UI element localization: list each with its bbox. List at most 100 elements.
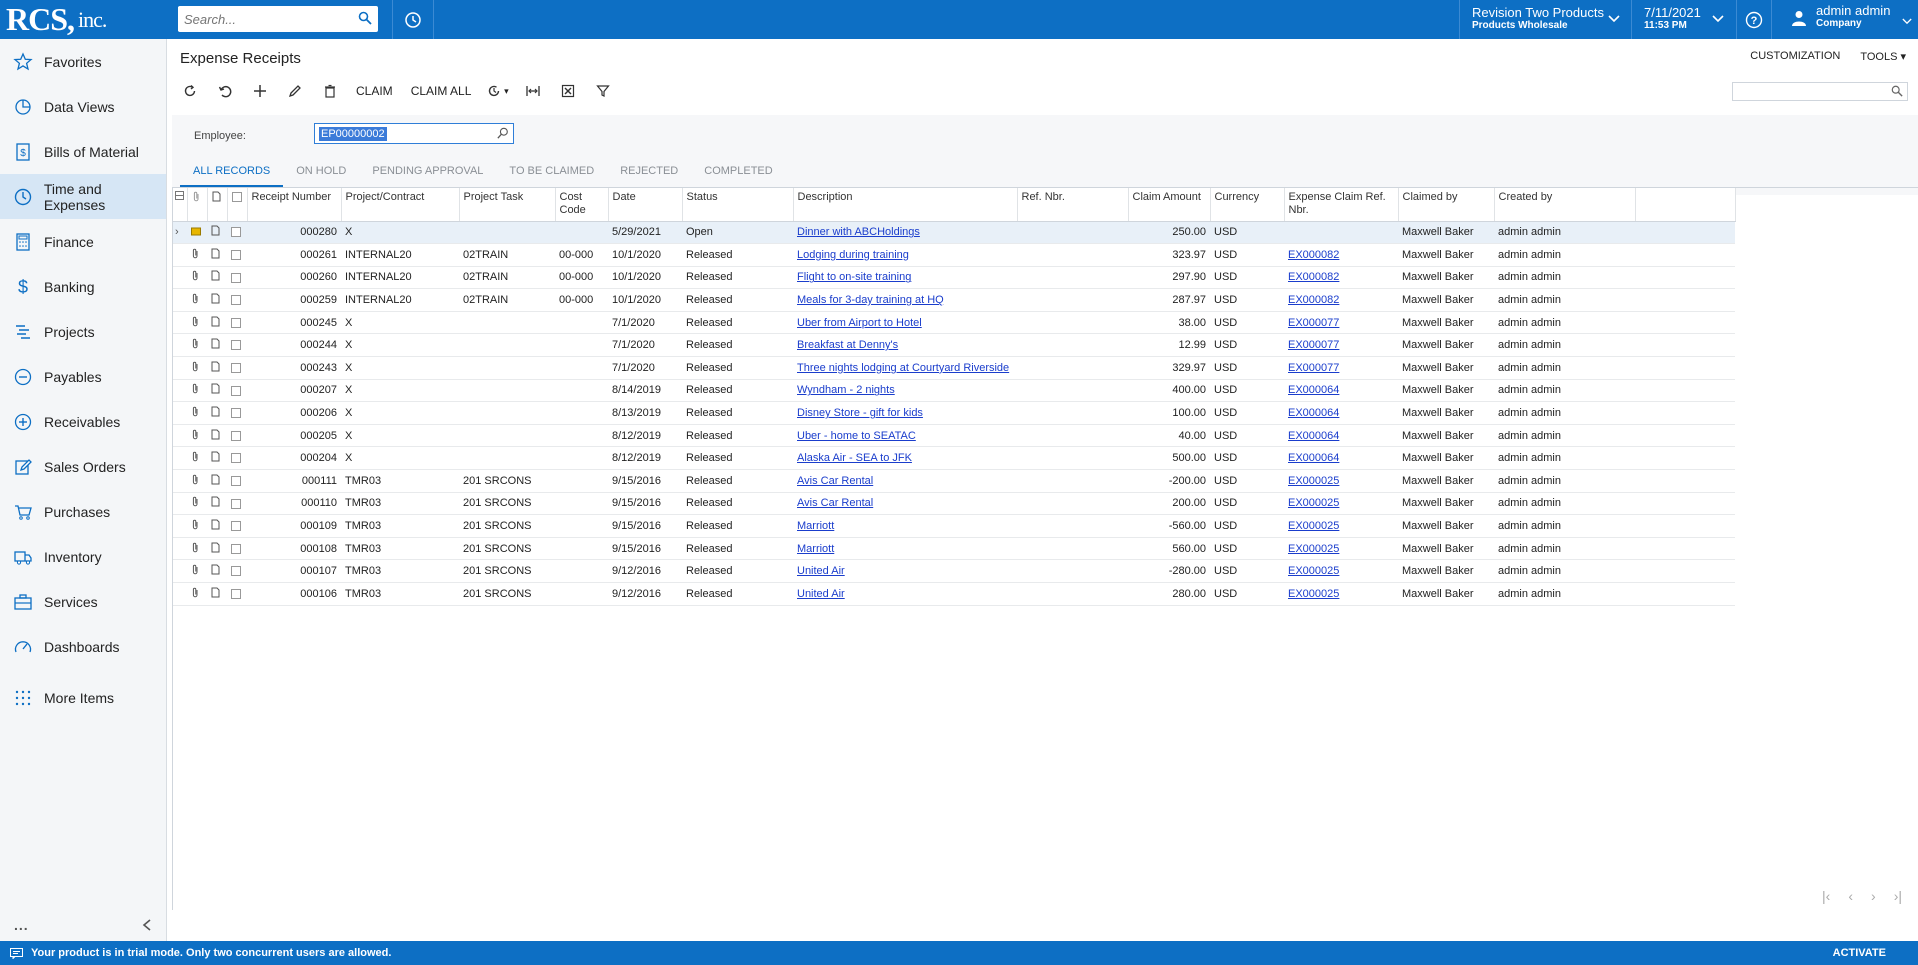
attachments-cell[interactable] <box>187 333 207 358</box>
attachments-cell[interactable] <box>187 446 207 471</box>
row-selector[interactable] <box>173 311 187 335</box>
table-row[interactable]: 000108 TMR03 201 SRCONS 9/15/2016 Released Ma… <box>173 537 1735 561</box>
table-row[interactable]: 000243 X 7/1/2020 Released Three nights lodg… <box>173 356 1735 380</box>
global-search-input[interactable] <box>178 7 348 31</box>
sidebar-item-projects[interactable]: Projects <box>0 309 166 354</box>
table-row[interactable]: 000261 INTERNAL20 02TRAIN 00-000 10/1/2020 Re… <box>173 243 1735 267</box>
notes-cell[interactable] <box>207 356 227 380</box>
tools-menu[interactable]: TOOLS ▾ <box>1860 50 1906 63</box>
expense-claim-ref-link[interactable]: EX000082 <box>1288 271 1339 283</box>
expense-claim-ref-link[interactable]: EX000077 <box>1288 362 1339 374</box>
notes-cell[interactable] <box>207 333 227 358</box>
sidebar-item-purchases[interactable]: Purchases <box>0 489 166 534</box>
sidebar-item-bills-of-material[interactable]: $ Bills of Material <box>0 129 166 174</box>
expense-claim-ref-link[interactable]: EX000025 <box>1288 588 1339 600</box>
attachments-cell[interactable] <box>187 401 207 425</box>
description-link[interactable]: Meals for 3-day training at HQ <box>797 294 944 306</box>
row-checkbox[interactable] <box>231 498 241 509</box>
notes-cell[interactable] <box>207 469 227 493</box>
expense-claim-ref-link[interactable]: EX000025 <box>1288 565 1339 577</box>
sidebar-item-banking[interactable]: $ Banking <box>0 264 166 309</box>
receipt-number[interactable]: 000245 <box>247 311 341 335</box>
table-row[interactable]: 000111 TMR03 201 SRCONS 9/15/2016 Released Av… <box>173 469 1735 493</box>
prev-page-icon[interactable]: ‹ <box>1848 888 1853 904</box>
row-selector[interactable] <box>173 469 187 493</box>
col-claimed-by[interactable]: Claimed by <box>1398 188 1495 222</box>
sidebar-item-sales-orders[interactable]: Sales Orders <box>0 444 166 489</box>
description-link[interactable]: Uber - home to SEATAC <box>797 430 916 442</box>
description-link[interactable]: Dinner with ABCHoldings <box>797 226 920 238</box>
notes-cell[interactable] <box>207 221 227 245</box>
select-cell[interactable] <box>227 424 247 448</box>
col-expense-claim-ref[interactable]: Expense Claim Ref. Nbr. <box>1284 188 1399 222</box>
table-row[interactable]: 000107 TMR03 201 SRCONS 9/12/2016 Released Un… <box>173 559 1735 583</box>
select-cell[interactable] <box>227 559 247 583</box>
collapse-sidebar-icon[interactable] <box>142 919 152 931</box>
notes-cell[interactable] <box>207 424 227 448</box>
col-description[interactable]: Description <box>793 188 1018 222</box>
row-checkbox[interactable] <box>231 340 241 351</box>
description-link[interactable]: Wyndham - 2 nights <box>797 384 895 396</box>
refresh-button[interactable] <box>172 79 207 103</box>
row-checkbox[interactable] <box>231 521 241 532</box>
row-checkbox[interactable] <box>231 317 241 328</box>
col-project-contract[interactable]: Project/Contract <box>341 188 460 222</box>
sidebar-item-dashboards[interactable]: Dashboards <box>0 624 166 669</box>
sidebar-item-time-and-expenses[interactable]: Time and Expenses <box>0 174 166 219</box>
row-checkbox[interactable] <box>231 249 241 260</box>
receipt-number[interactable]: 000206 <box>247 401 341 425</box>
tab-pending-approval[interactable]: PENDING APPROVAL <box>359 159 496 187</box>
sidebar-item-services[interactable]: Services <box>0 579 166 624</box>
grid-search-input[interactable] <box>1732 82 1908 101</box>
notes-cell[interactable] <box>207 582 227 606</box>
description-link[interactable]: Three nights lodging at Courtyard Rivers… <box>797 362 1009 374</box>
receipt-number[interactable]: 000205 <box>247 424 341 448</box>
sidebar-item-favorites[interactable]: Favorites <box>0 39 166 84</box>
sidebar-item-data-views[interactable]: Data Views <box>0 84 166 129</box>
receipt-number[interactable]: 000259 <box>247 288 341 312</box>
col-currency[interactable]: Currency <box>1210 188 1285 222</box>
attachments-cell[interactable] <box>187 243 207 267</box>
activate-button[interactable]: ACTIVATE <box>1833 947 1886 959</box>
expense-claim-ref-link[interactable]: EX000025 <box>1288 497 1339 509</box>
row-checkbox[interactable] <box>231 272 241 283</box>
receipt-number[interactable]: 000109 <box>247 514 341 538</box>
table-row[interactable]: 000110 TMR03 201 SRCONS 9/15/2016 Released Av… <box>173 492 1735 516</box>
table-row[interactable]: 000109 TMR03 201 SRCONS 9/15/2016 Released Ma… <box>173 514 1735 538</box>
row-selector[interactable] <box>173 492 187 516</box>
expense-claim-ref-link[interactable]: EX000064 <box>1288 407 1339 419</box>
first-page-icon[interactable]: |‹ <box>1822 888 1830 904</box>
select-cell[interactable] <box>227 492 247 516</box>
row-selector[interactable] <box>173 424 187 448</box>
next-page-icon[interactable]: › <box>1871 888 1876 904</box>
fit-columns-button[interactable] <box>515 79 550 103</box>
row-selector[interactable] <box>173 446 187 471</box>
row-checkbox[interactable] <box>231 385 241 396</box>
table-row[interactable]: 000206 X 8/13/2019 Released Disney Store - g… <box>173 401 1735 425</box>
receipt-number[interactable]: 000280 <box>247 221 341 245</box>
attachments-cell[interactable] <box>187 492 207 516</box>
receipt-number[interactable]: 000207 <box>247 379 341 403</box>
table-row[interactable]: 000259 INTERNAL20 02TRAIN 00-000 10/1/2020 Re… <box>173 288 1735 312</box>
select-cell[interactable] <box>227 379 247 403</box>
table-row[interactable]: 000245 X 7/1/2020 Released Uber from Airport… <box>173 311 1735 335</box>
notes-cell[interactable] <box>207 243 227 267</box>
attachments-cell[interactable] <box>187 514 207 538</box>
help-button[interactable]: ? <box>1736 0 1772 39</box>
expense-claim-ref-link[interactable]: EX000025 <box>1288 543 1339 555</box>
receipt-number[interactable]: 000261 <box>247 243 341 267</box>
receipt-number[interactable]: 000244 <box>247 333 341 358</box>
select-cell[interactable] <box>227 401 247 425</box>
customization-menu[interactable]: CUSTOMIZATION <box>1750 50 1840 63</box>
notes-cell[interactable] <box>207 492 227 516</box>
notes-cell[interactable] <box>207 537 227 561</box>
receipt-number[interactable]: 000110 <box>247 492 341 516</box>
col-created-by[interactable]: Created by <box>1494 188 1636 222</box>
row-selector[interactable] <box>173 582 187 606</box>
company-switcher[interactable]: Revision Two Products Products Wholesale <box>1459 0 1631 39</box>
notes-cell[interactable] <box>207 559 227 583</box>
row-selector[interactable] <box>173 288 187 312</box>
row-selector[interactable] <box>173 559 187 583</box>
row-selector[interactable] <box>173 356 187 380</box>
expense-claim-ref-link[interactable]: EX000025 <box>1288 475 1339 487</box>
